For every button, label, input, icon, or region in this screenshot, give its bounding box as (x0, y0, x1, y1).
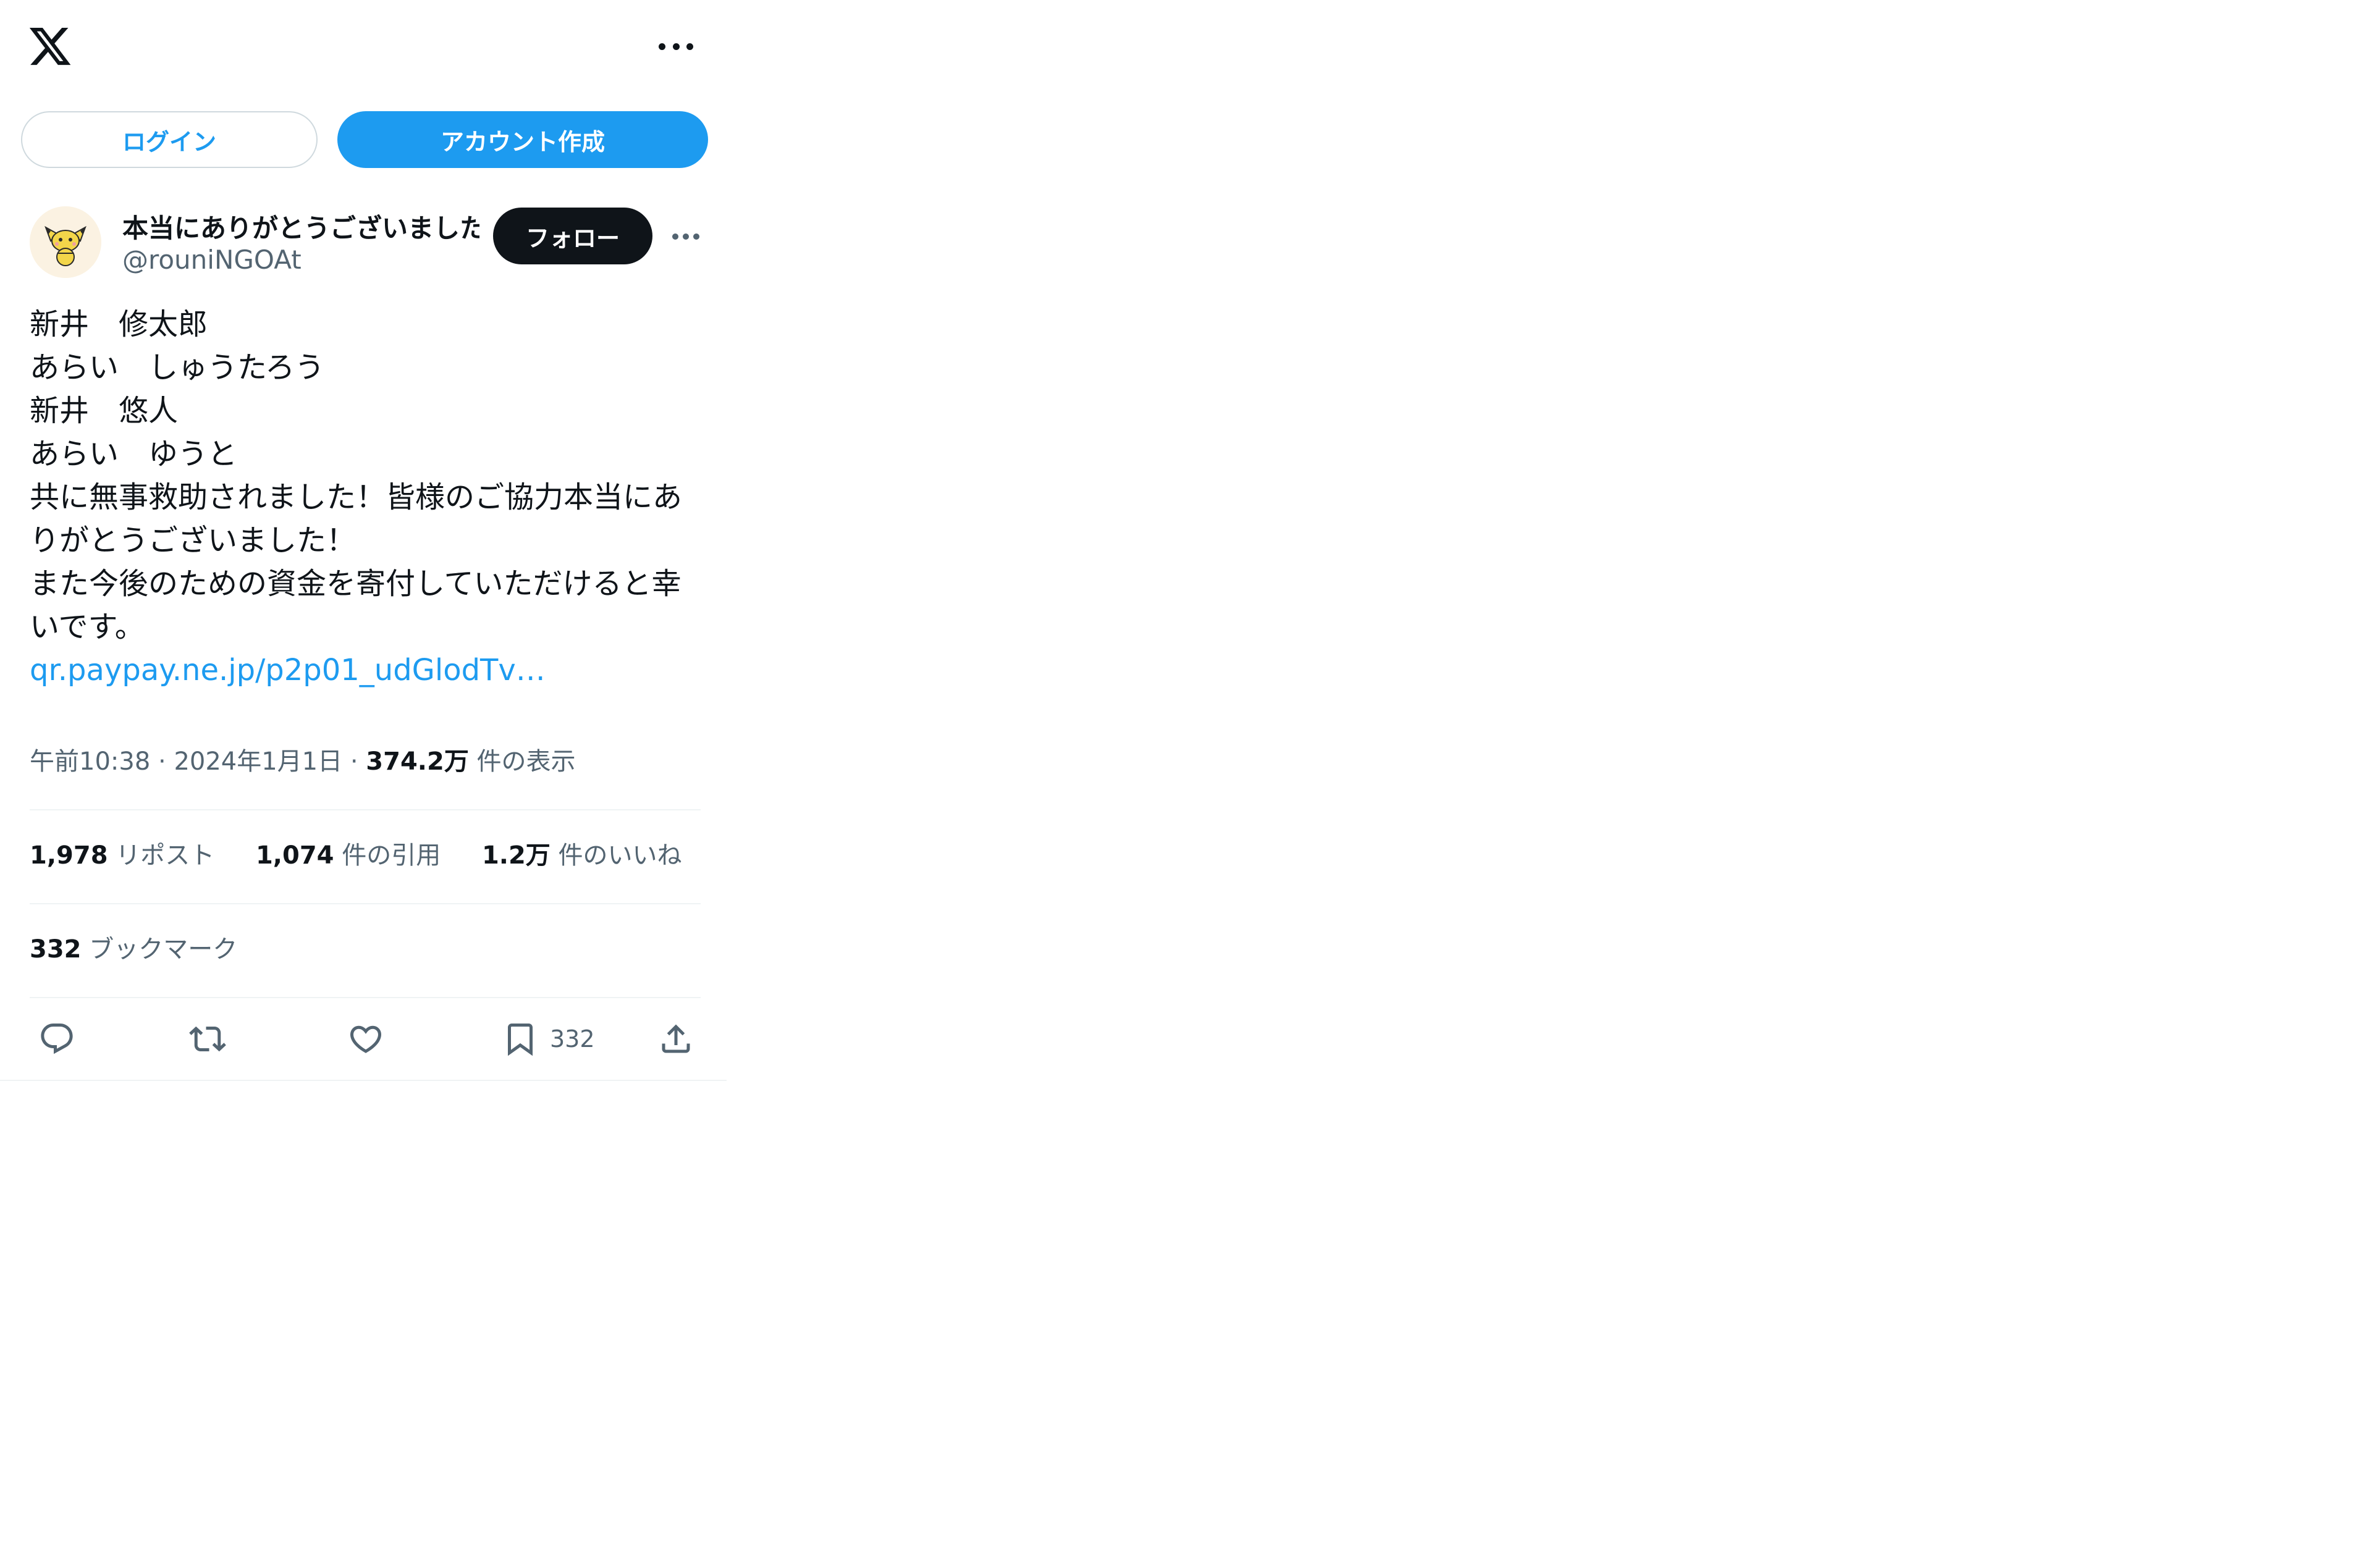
tweet-line: あらい しゅうたろう (30, 350, 325, 385)
divider (30, 997, 701, 998)
bookmark-icon (508, 1024, 533, 1056)
likes-count: 1.2万 (481, 841, 551, 870)
retweet-button[interactable] (189, 1019, 226, 1059)
x-logo-icon[interactable] (27, 23, 73, 69)
reposts-label: リポスト (116, 841, 215, 870)
bookmark-count: 332 (550, 1025, 595, 1053)
tweet-line: 共に無事救助されました！皆様のご協力本当にあ (30, 480, 683, 515)
share-button[interactable] (657, 1019, 694, 1059)
bookmarks-label: ブックマーク (89, 935, 238, 964)
tweet-line: また今後のための資金を寄付していただけると幸 (30, 566, 682, 601)
tweet-line: りがとうございました！ (30, 523, 357, 558)
author-display-name[interactable]: 本当にありがとうございました (122, 208, 479, 242)
tweet-link[interactable]: qr.paypay.ne.jp/p2p01_udGlodTv… (30, 649, 703, 692)
share-icon (662, 1024, 690, 1053)
follow-button[interactable]: フォロー (493, 208, 652, 264)
views-label: 件の表示 (476, 747, 576, 776)
tweet-line: あらい ゆうと (30, 437, 238, 471)
engagement-stats: 1,978 リポスト 1,074 件の引用 1.2万 件のいいね (30, 835, 715, 871)
reply-button[interactable] (38, 1019, 75, 1059)
reply-icon (41, 1024, 73, 1054)
bookmarks-stat[interactable]: 332 ブックマーク (30, 929, 237, 965)
tweet-meta: 午前10:38 · 2024年1月1日 · 374.2万 件の表示 (30, 747, 576, 776)
reposts-stat[interactable]: 1,978 リポスト (30, 841, 222, 870)
like-button[interactable] (347, 1019, 384, 1059)
quotes-label: 件の引用 (342, 841, 441, 870)
tweet-date[interactable]: 2024年1月1日 (174, 747, 342, 776)
reposts-count: 1,978 (30, 841, 108, 870)
retweet-icon (189, 1026, 226, 1052)
heart-icon (350, 1025, 382, 1053)
quotes-count: 1,074 (255, 841, 334, 870)
likes-label: 件のいいね (558, 841, 682, 870)
tweet-line: 新井 悠人 (30, 393, 179, 428)
tweet-panel: ログイン アカウント作成 本当にありがとうございました @rouniNGOAt … (0, 0, 727, 1081)
tweet-line: いです。 (30, 610, 145, 644)
author-handle[interactable]: @rouniNGOAt (122, 245, 302, 275)
more-options-icon[interactable] (659, 37, 693, 56)
bookmarks-count: 332 (30, 935, 82, 964)
avatar[interactable] (30, 206, 101, 278)
likes-stat[interactable]: 1.2万 件のいいね (482, 841, 682, 870)
create-account-button[interactable]: アカウント作成 (337, 111, 708, 168)
tweet-line: 新井 修太郎 (30, 307, 208, 342)
tweet-text: 新井 修太郎 あらい しゅうたろう 新井 悠人 あらい ゆうと 共に無事救助され… (30, 303, 703, 692)
tweet-time[interactable]: 午前10:38 (30, 747, 150, 776)
tweet-more-icon[interactable] (672, 232, 699, 241)
views-count: 374.2万 (366, 747, 469, 776)
divider (30, 809, 701, 810)
divider (30, 903, 701, 904)
login-button[interactable]: ログイン (21, 111, 318, 168)
bookmark-button[interactable]: 332 (502, 1019, 595, 1059)
quotes-stat[interactable]: 1,074 件の引用 (256, 841, 449, 870)
pichu-avatar-icon (30, 206, 101, 278)
